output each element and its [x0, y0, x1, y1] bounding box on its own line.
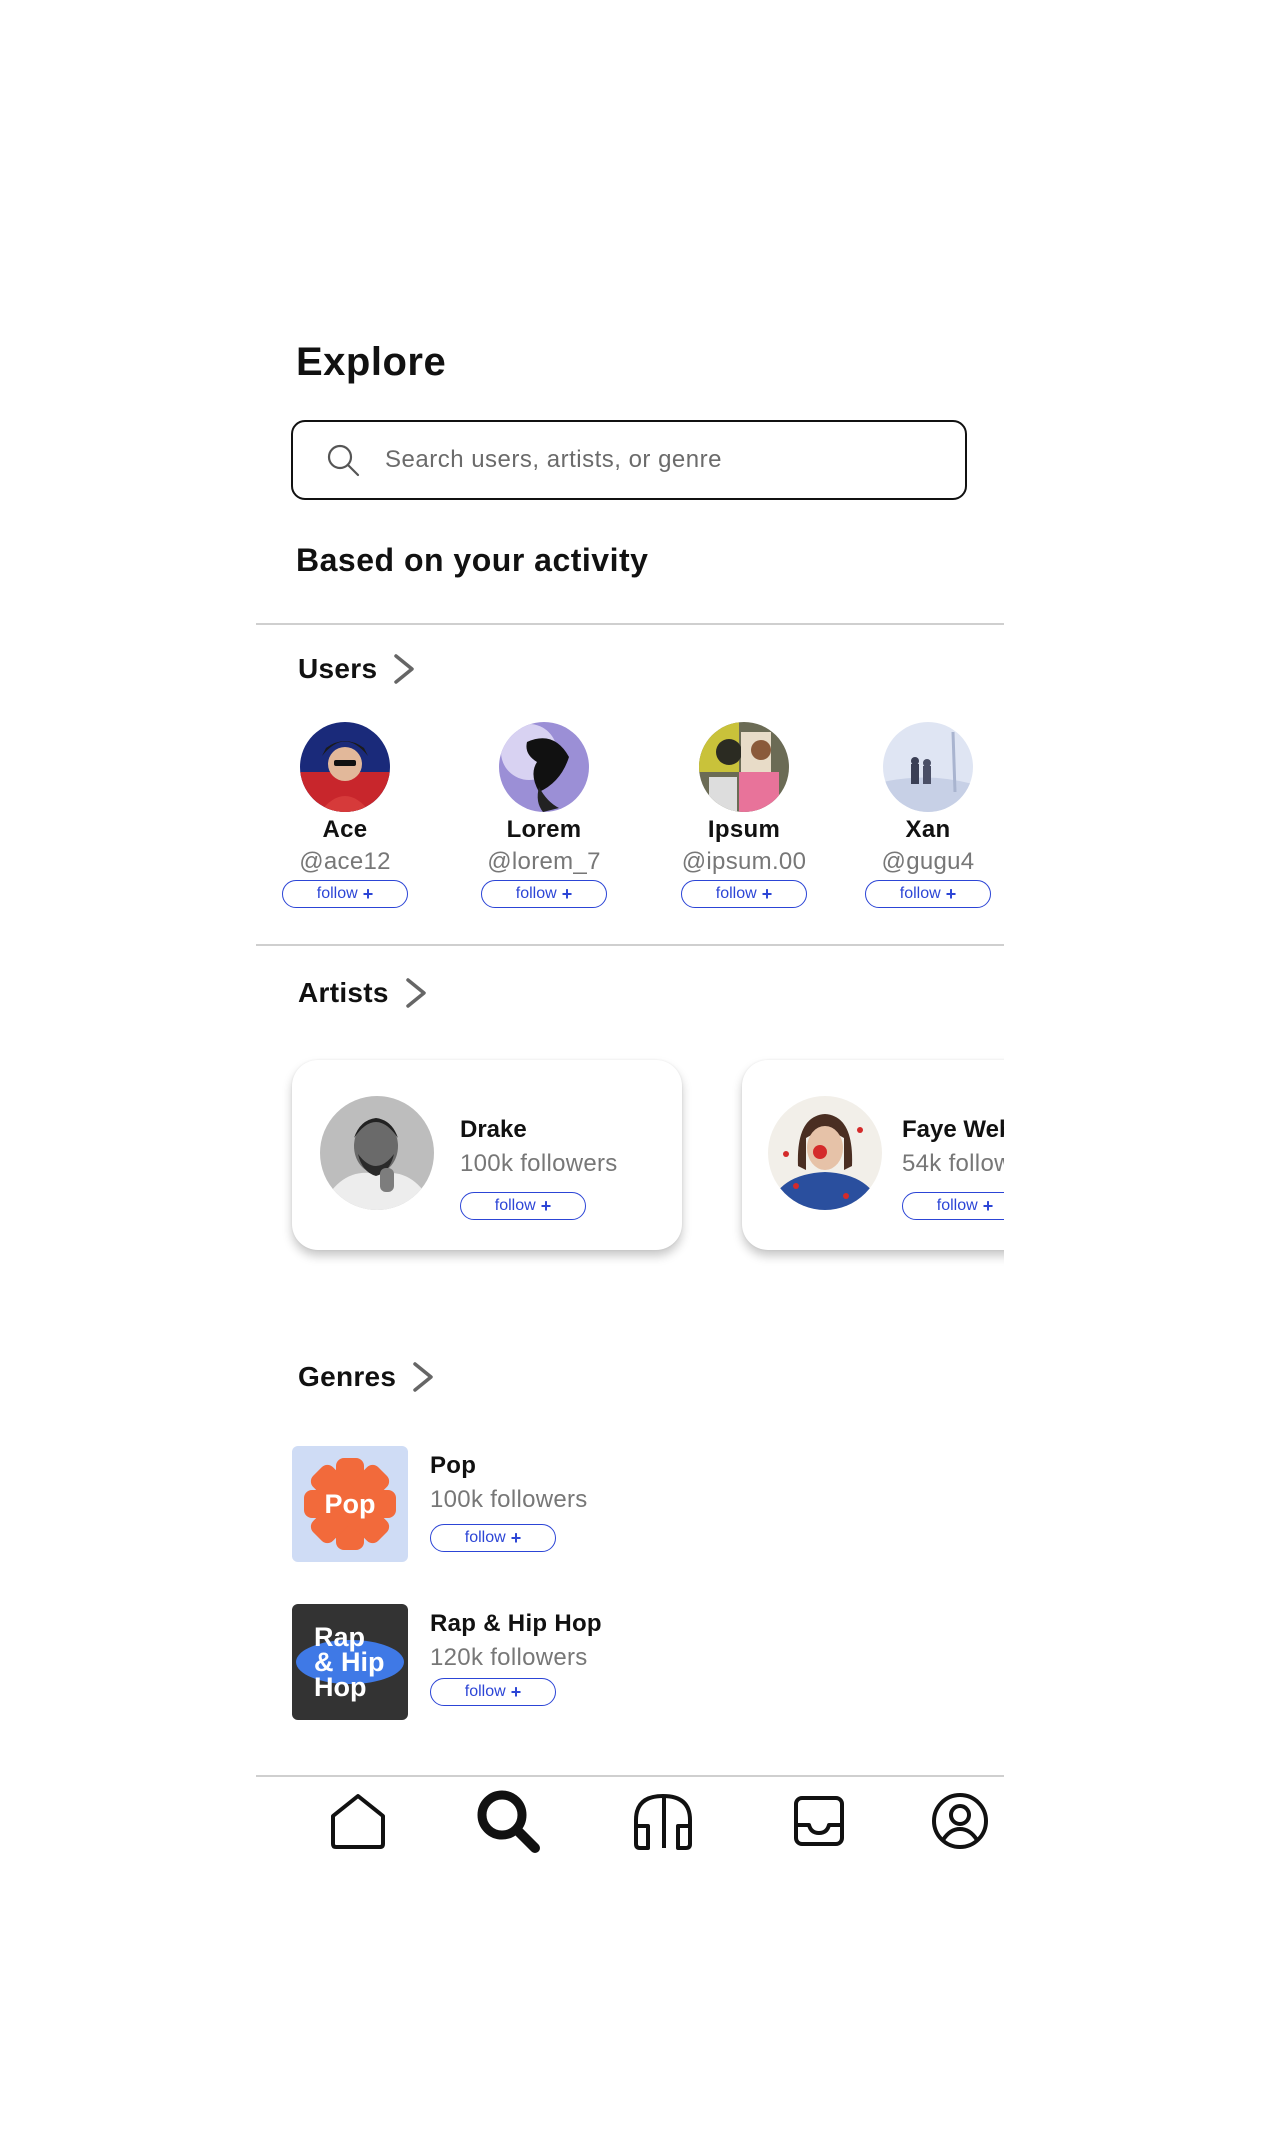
follow-button[interactable]: follow +	[460, 1192, 586, 1220]
divider	[256, 1775, 1004, 1777]
avatar	[699, 722, 789, 812]
divider	[256, 623, 1004, 625]
follow-label: follow	[464, 1683, 506, 1700]
follow-label: follow	[515, 885, 557, 902]
avatar	[320, 1096, 434, 1210]
artist-followers: 100k followers	[460, 1150, 618, 1177]
home-icon	[331, 1794, 385, 1849]
follow-button[interactable]: follow +	[681, 880, 807, 908]
chevron-right-icon	[413, 1362, 434, 1392]
genre-item[interactable]: Rap & Hip Hop Rap & Hip Hop 120k followe…	[292, 1604, 892, 1722]
user-name: Xan	[905, 816, 951, 843]
artist-card[interactable]: Faye Webster 54k followers follow +	[742, 1060, 1004, 1250]
search-input[interactable]	[385, 446, 925, 474]
inbox-icon	[794, 1796, 844, 1846]
plus-icon: +	[540, 1196, 552, 1216]
users-label: Users	[298, 653, 378, 684]
artist-card[interactable]: Drake 100k followers follow +	[292, 1060, 682, 1250]
artists-carousel[interactable]: Drake 100k followers follow + Faye Webst…	[256, 1050, 1004, 1290]
artist-name: Drake	[460, 1116, 527, 1143]
genres-section-header[interactable]: Genres	[298, 1360, 436, 1394]
user-card[interactable]: Ace @ace12 follow +	[275, 722, 415, 908]
genre-thumb-text: Pop	[325, 1489, 376, 1519]
plus-icon: +	[561, 884, 573, 904]
follow-label: follow	[936, 1197, 978, 1214]
nav-music[interactable]	[628, 1786, 698, 1856]
plus-icon: +	[761, 884, 773, 904]
nav-profile[interactable]	[925, 1786, 995, 1856]
chevron-right-icon	[406, 978, 426, 1008]
plus-icon: +	[982, 1196, 994, 1216]
genre-name: Rap & Hip Hop	[430, 1610, 602, 1637]
headphones-icon	[634, 1793, 692, 1850]
user-name: Ipsum	[707, 816, 781, 843]
follow-label: follow	[899, 885, 941, 902]
profile-icon	[932, 1793, 988, 1849]
avatar	[499, 722, 589, 812]
follow-label: follow	[464, 1529, 506, 1546]
users-section-header[interactable]: Users	[298, 652, 417, 686]
follow-button[interactable]: follow +	[865, 880, 991, 908]
page-title: Explore	[296, 340, 447, 384]
user-name: Lorem	[506, 816, 582, 843]
plus-icon: +	[362, 884, 374, 904]
nav-home[interactable]	[323, 1786, 393, 1856]
follow-button[interactable]: follow +	[902, 1192, 1004, 1220]
follow-label: follow	[715, 885, 757, 902]
plus-icon: +	[945, 884, 957, 904]
artist-followers: 54k followers	[902, 1150, 1004, 1177]
genre-followers: 100k followers	[430, 1486, 588, 1513]
search-icon	[327, 444, 360, 477]
avatar	[768, 1096, 882, 1210]
chevron-right-icon	[394, 654, 415, 684]
artists-section-header[interactable]: Artists	[298, 976, 429, 1010]
follow-button[interactable]: follow +	[430, 1524, 556, 1552]
plus-icon: +	[510, 1528, 522, 1548]
nav-search[interactable]	[473, 1786, 543, 1856]
follow-button[interactable]: follow +	[430, 1678, 556, 1706]
artist-name: Faye Webster	[902, 1116, 1004, 1143]
section-subtitle: Based on your activity	[296, 542, 649, 578]
avatar	[300, 722, 390, 812]
genre-thumbnail: Rap & Hip Hop	[292, 1604, 408, 1720]
follow-button[interactable]: follow +	[282, 880, 408, 908]
follow-button[interactable]: follow +	[481, 880, 607, 908]
genre-thumb-text: Hop	[314, 1672, 366, 1702]
user-card[interactable]: Lorem @lorem_7 follow +	[474, 722, 614, 908]
user-name: Ace	[322, 816, 368, 843]
nav-inbox[interactable]	[784, 1786, 854, 1856]
genres-label: Genres	[298, 1361, 397, 1392]
search-icon	[477, 1790, 540, 1853]
artists-label: Artists	[298, 977, 389, 1008]
genre-thumbnail: Pop	[292, 1446, 408, 1562]
genre-followers: 120k followers	[430, 1644, 588, 1671]
genre-item[interactable]: Pop Pop 100k followers follow +	[292, 1446, 892, 1564]
search-bar[interactable]	[291, 420, 967, 500]
user-card[interactable]: Xan @gugu4 follow +	[858, 722, 998, 908]
user-card[interactable]: Ipsum @ipsum.00 follow +	[674, 722, 814, 908]
divider	[256, 944, 1004, 946]
user-handle: @ipsum.00	[681, 848, 807, 875]
genre-name: Pop	[430, 1452, 477, 1479]
plus-icon: +	[510, 1682, 522, 1702]
user-handle: @gugu4	[881, 848, 975, 875]
user-handle: @lorem_7	[487, 848, 601, 875]
avatar	[883, 722, 973, 812]
follow-label: follow	[316, 885, 358, 902]
user-handle: @ace12	[299, 848, 391, 875]
follow-label: follow	[494, 1197, 536, 1214]
